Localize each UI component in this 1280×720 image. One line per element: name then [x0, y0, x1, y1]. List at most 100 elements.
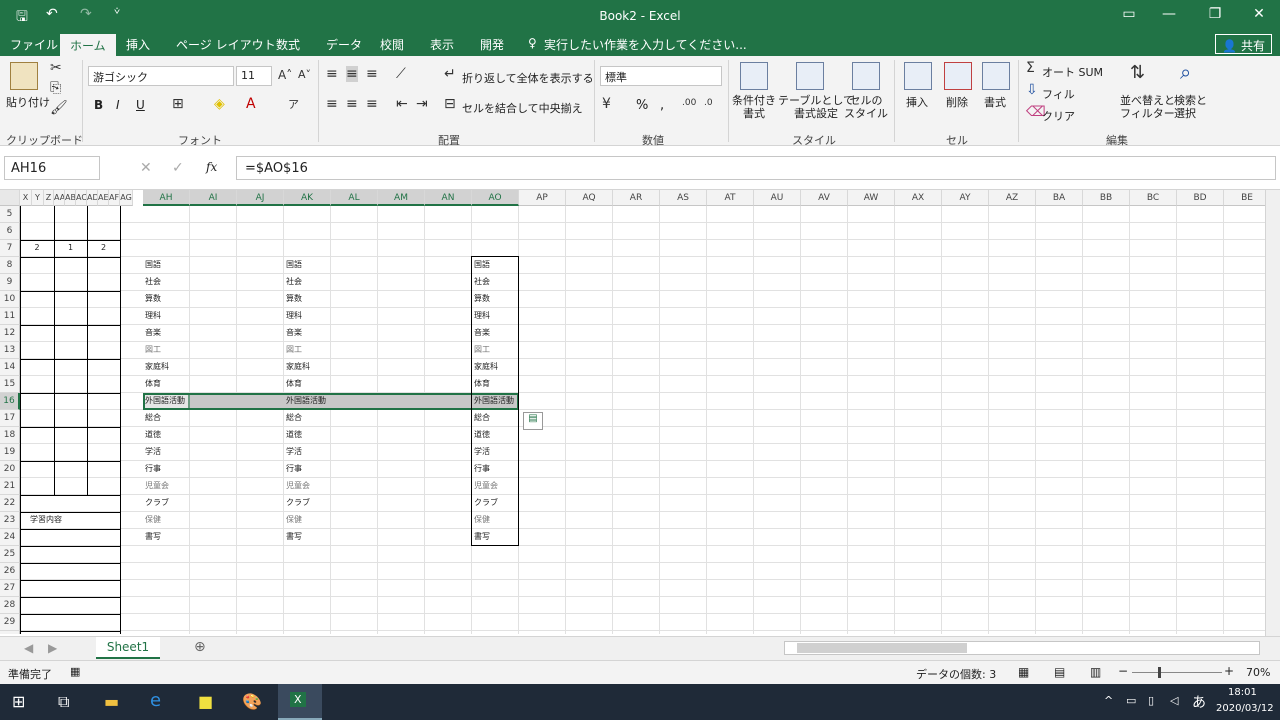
row-header-24[interactable]: 24	[0, 529, 20, 546]
format-cells-button[interactable]: 書式	[984, 94, 1006, 110]
maximize-icon[interactable]: ❐	[1192, 6, 1238, 22]
comma-button[interactable]: ,	[660, 98, 664, 113]
bold-button[interactable]: B	[94, 98, 103, 112]
column-header-ah[interactable]: AH	[143, 190, 190, 206]
subject-cell[interactable]: 書写	[284, 529, 374, 546]
insert-cells-button[interactable]: 挿入	[906, 94, 928, 110]
tab-data[interactable]: データ	[326, 36, 362, 53]
column-header-ag[interactable]: AG	[120, 190, 133, 206]
subject-cell[interactable]: 算数	[143, 291, 233, 308]
tab-view[interactable]: 表示	[430, 36, 454, 53]
row7-value-cell[interactable]: 2	[20, 240, 54, 257]
row-header-17[interactable]: 17	[0, 410, 20, 427]
align-left-icon[interactable]: ≡	[326, 96, 338, 112]
column-header-bb[interactable]: BB	[1083, 190, 1130, 206]
format-as-table-icon[interactable]	[796, 62, 824, 90]
worksheet-grid[interactable]: X Y Z AA AB AC AD AE AF AG AH AI AJ AK AL AM AN AO AP AQ AR A…	[0, 190, 1265, 634]
decrease-decimal-icon[interactable]: .0	[704, 98, 713, 108]
column-header-ak[interactable]: AK	[284, 190, 331, 206]
conditional-formatting-icon[interactable]	[740, 62, 768, 90]
clear-button[interactable]: クリア	[1042, 108, 1075, 124]
cell-styles-icon[interactable]	[852, 62, 880, 90]
subject-cell[interactable]: 体育	[284, 376, 374, 393]
accounting-format-icon[interactable]: ¥	[602, 96, 611, 112]
subject-cell[interactable]: 外国語活動	[143, 393, 233, 410]
column-header-aj[interactable]: AJ	[237, 190, 284, 206]
tab-file[interactable]: ファイル	[10, 36, 58, 53]
select-all-corner[interactable]	[0, 190, 20, 206]
decrease-font-icon[interactable]: A˅	[298, 68, 311, 81]
network-icon[interactable]: ▯	[1148, 694, 1154, 707]
subject-cell[interactable]: 総合	[143, 410, 233, 427]
fill-color-icon[interactable]: ◈	[214, 96, 225, 112]
subject-cell[interactable]: 道徳	[143, 427, 233, 444]
page-layout-view-icon[interactable]: ▤	[1054, 665, 1065, 679]
column-header-z[interactable]: Z	[44, 190, 54, 206]
align-middle-icon[interactable]: ≡	[346, 66, 358, 82]
row-header-12[interactable]: 12	[0, 325, 20, 342]
sort-filter-button[interactable]: 並べ替えと フィルター	[1120, 94, 1175, 120]
column-header-al[interactable]: AL	[331, 190, 378, 206]
vertical-scrollbar[interactable]	[1265, 190, 1280, 636]
tab-insert[interactable]: 挿入	[126, 36, 150, 53]
orientation-icon[interactable]: ⟋	[396, 66, 406, 82]
column-header-ba[interactable]: BA	[1036, 190, 1083, 206]
row-header-20[interactable]: 20	[0, 461, 20, 478]
subject-cell[interactable]: 外国語活動	[284, 393, 374, 410]
column-header-av[interactable]: AV	[801, 190, 848, 206]
row-header-13[interactable]: 13	[0, 342, 20, 359]
column-header-aq[interactable]: AQ	[566, 190, 613, 206]
align-center-icon[interactable]: ≡	[346, 96, 358, 112]
cancel-icon[interactable]: ✕	[140, 160, 152, 176]
next-sheet-icon[interactable]: ▶	[48, 641, 57, 655]
column-header-ab[interactable]: AB	[65, 190, 76, 206]
merge-center-icon[interactable]: ⊟	[444, 96, 456, 112]
subject-cell[interactable]: 学活	[143, 444, 233, 461]
subject-cell[interactable]: 行事	[284, 461, 374, 478]
autosum-button[interactable]: オート SUM	[1042, 64, 1103, 80]
autosum-icon[interactable]: Σ	[1026, 60, 1035, 76]
column-header-bc[interactable]: BC	[1130, 190, 1177, 206]
insert-function-icon[interactable]: fx	[206, 160, 217, 174]
sticky-notes-icon[interactable]: ■	[198, 692, 213, 711]
row-header-18[interactable]: 18	[0, 427, 20, 444]
zoom-slider-thumb[interactable]	[1158, 667, 1161, 678]
horizontal-scrollbar[interactable]	[784, 641, 1260, 655]
row-header-29[interactable]: 29	[0, 614, 20, 631]
delete-cells-button[interactable]: 削除	[946, 94, 968, 110]
subject-cell[interactable]: 図工	[143, 342, 233, 359]
decrease-indent-icon[interactable]: ⇤	[396, 96, 408, 112]
font-color-icon[interactable]: A	[246, 96, 256, 112]
close-icon[interactable]: ✕	[1236, 6, 1280, 22]
subject-cell[interactable]: 書写	[143, 529, 233, 546]
subject-cell[interactable]: 国語	[284, 257, 374, 274]
row-header-26[interactable]: 26	[0, 563, 20, 580]
tell-me-search[interactable]: 実行したい作業を入力してください...	[544, 36, 747, 53]
column-header-am[interactable]: AM	[378, 190, 425, 206]
subject-cell[interactable]: 音楽	[284, 325, 374, 342]
subject-cell[interactable]: 行事	[143, 461, 233, 478]
column-header-bd[interactable]: BD	[1177, 190, 1224, 206]
row-header-30[interactable]: 30	[0, 631, 20, 634]
tray-chevron-icon[interactable]: ^	[1104, 694, 1113, 707]
excel-taskbar-button[interactable]: X	[278, 684, 322, 720]
file-explorer-icon[interactable]: ▬	[104, 692, 119, 711]
name-box[interactable]: AH16	[4, 156, 100, 180]
align-bottom-icon[interactable]: ≡	[366, 66, 378, 82]
column-header-au[interactable]: AU	[754, 190, 801, 206]
paste-icon[interactable]	[10, 62, 38, 90]
percent-button[interactable]: %	[636, 98, 648, 113]
tab-developer[interactable]: 開発	[480, 36, 504, 53]
subject-cell[interactable]: 保健	[284, 512, 374, 529]
row-header-28[interactable]: 28	[0, 597, 20, 614]
sort-filter-icon[interactable]: ⇅	[1130, 62, 1145, 83]
copy-icon[interactable]: ⎘	[50, 80, 61, 96]
column-header-ao[interactable]: AO	[472, 190, 519, 206]
underline-button[interactable]: U	[136, 98, 145, 112]
paste-label[interactable]: 貼り付け	[6, 94, 50, 110]
format-painter-icon[interactable]: 🖌	[50, 100, 68, 116]
row-header-8[interactable]: 8	[0, 257, 20, 274]
insert-cells-icon[interactable]	[904, 62, 932, 90]
edge-icon[interactable]: e	[150, 690, 161, 711]
delete-cells-icon[interactable]	[944, 62, 972, 90]
